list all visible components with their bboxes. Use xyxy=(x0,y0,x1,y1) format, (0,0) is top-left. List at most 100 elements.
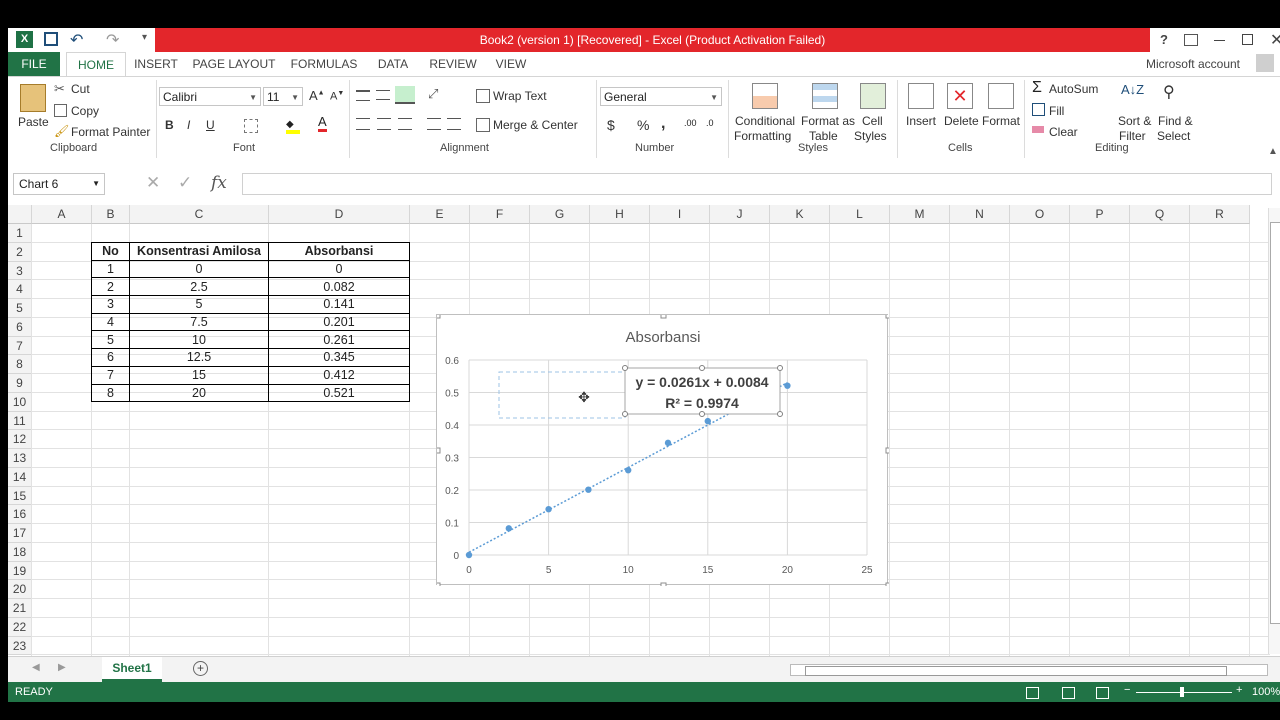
row-header[interactable]: 11 xyxy=(8,411,32,431)
cancel-entry-icon[interactable]: ✕ xyxy=(146,173,160,193)
wrap-text-button[interactable]: Wrap Text xyxy=(493,89,547,103)
fill-color-icon[interactable]: ◆ xyxy=(286,116,300,134)
new-sheet-icon[interactable]: + xyxy=(193,661,208,676)
confirm-entry-icon[interactable]: ✓ xyxy=(178,173,192,193)
column-header[interactable]: I xyxy=(650,205,710,224)
header-no[interactable]: No xyxy=(91,242,130,261)
font-color-icon[interactable]: A xyxy=(318,115,327,132)
redo-icon[interactable]: ↷ xyxy=(106,30,119,50)
table-cell[interactable]: 20 xyxy=(129,383,269,403)
row-header[interactable]: 9 xyxy=(8,374,32,393)
format-cells-button[interactable]: Format xyxy=(982,114,1020,128)
avatar[interactable] xyxy=(1256,54,1274,72)
column-header[interactable]: K xyxy=(770,205,830,224)
underline-button[interactable]: U xyxy=(206,118,215,132)
copy-button[interactable]: Copy xyxy=(71,104,99,118)
page-break-view-icon[interactable] xyxy=(1096,687,1109,699)
table-cell[interactable]: 0.082 xyxy=(268,277,410,297)
column-header[interactable]: J xyxy=(710,205,770,224)
row-header[interactable]: 10 xyxy=(8,392,32,412)
tab-data[interactable]: DATA xyxy=(372,52,414,76)
find-select-label[interactable]: Find & xyxy=(1158,114,1193,128)
row-header[interactable]: 12 xyxy=(8,430,32,449)
decrease-decimal-icon[interactable]: .0 xyxy=(706,118,714,128)
column-header[interactable]: N xyxy=(950,205,1010,224)
column-header[interactable]: H xyxy=(590,205,650,224)
paste-button[interactable]: Paste xyxy=(18,115,49,129)
collapse-ribbon-icon[interactable]: ▲ xyxy=(1268,146,1278,157)
cell-styles-label[interactable]: Cell xyxy=(862,114,883,128)
tab-home[interactable]: HOME xyxy=(66,52,126,78)
find-select-label-2[interactable]: Select xyxy=(1157,129,1190,143)
column-header[interactable]: C xyxy=(130,205,269,224)
tab-review[interactable]: REVIEW xyxy=(426,52,480,76)
row-header[interactable]: 18 xyxy=(8,542,32,562)
row-header[interactable]: 13 xyxy=(8,449,32,468)
paste-icon[interactable] xyxy=(20,84,46,112)
decrease-indent-icon[interactable] xyxy=(427,118,441,130)
increase-decimal-icon[interactable]: .00 xyxy=(684,118,697,128)
cut-button[interactable]: Cut xyxy=(71,82,90,96)
align-top-icon[interactable] xyxy=(356,90,370,101)
row-header[interactable]: 1 xyxy=(8,224,32,243)
number-format-select[interactable]: General ▼ xyxy=(600,87,722,106)
table-cell[interactable]: 15 xyxy=(129,365,269,385)
comma-button[interactable]: , xyxy=(661,115,665,133)
table-cell[interactable]: 4 xyxy=(91,312,130,332)
table-cell[interactable]: 0.261 xyxy=(268,330,410,350)
row-header[interactable]: 17 xyxy=(8,524,32,543)
column-header[interactable]: M xyxy=(890,205,950,224)
column-header[interactable]: G xyxy=(530,205,590,224)
row-header[interactable]: 8 xyxy=(8,355,32,374)
vertical-scrollbar[interactable] xyxy=(1268,208,1280,654)
close-icon[interactable]: ✕ xyxy=(1270,30,1280,50)
vscroll-thumb[interactable] xyxy=(1270,222,1280,624)
shrink-font-button[interactable]: A▼ xyxy=(330,90,344,103)
align-right-icon[interactable] xyxy=(398,118,412,130)
column-header[interactable]: L xyxy=(830,205,890,224)
conditional-formatting-label-2[interactable]: Formatting xyxy=(734,129,791,143)
align-middle-icon[interactable] xyxy=(376,90,390,100)
table-cell[interactable]: 0.412 xyxy=(268,365,410,385)
column-header[interactable]: O xyxy=(1010,205,1070,224)
row-header[interactable]: 15 xyxy=(8,486,32,506)
header-konsentrasi[interactable]: Konsentrasi Amilosa xyxy=(129,242,269,261)
column-header[interactable]: R xyxy=(1190,205,1250,224)
row-header[interactable]: 7 xyxy=(8,336,32,356)
tab-file[interactable]: FILE xyxy=(8,52,60,76)
row-header[interactable]: 6 xyxy=(8,317,32,337)
fill-button[interactable]: Fill xyxy=(1049,104,1064,118)
delete-cells-button[interactable]: Delete xyxy=(944,114,979,128)
scroll-right-icon[interactable]: ▶ xyxy=(58,662,66,673)
italic-button[interactable]: I xyxy=(187,118,190,132)
align-left-icon[interactable] xyxy=(356,118,370,130)
column-header[interactable]: E xyxy=(410,205,470,224)
tab-formulas[interactable]: FORMULAS xyxy=(288,52,360,76)
borders-icon[interactable] xyxy=(244,119,258,133)
align-bottom-icon[interactable] xyxy=(395,86,415,104)
autosum-button[interactable]: AutoSum xyxy=(1049,82,1098,96)
clear-button[interactable]: Clear xyxy=(1049,125,1078,139)
column-header[interactable]: Q xyxy=(1130,205,1190,224)
insert-cells-button[interactable]: Insert xyxy=(906,114,936,128)
row-header[interactable]: 2 xyxy=(8,242,32,262)
row-header[interactable]: 3 xyxy=(8,261,32,281)
table-cell[interactable]: 2.5 xyxy=(129,277,269,297)
table-cell[interactable]: 6 xyxy=(91,348,130,367)
tab-view[interactable]: VIEW xyxy=(492,52,530,76)
tab-page-layout[interactable]: PAGE LAYOUT xyxy=(192,52,276,76)
scrollbar-thumb[interactable] xyxy=(805,666,1227,676)
minimize-icon[interactable] xyxy=(1214,40,1225,41)
column-header[interactable]: P xyxy=(1070,205,1130,224)
conditional-formatting-label[interactable]: Conditional xyxy=(735,114,795,128)
cell-styles-label-2[interactable]: Styles xyxy=(854,129,887,143)
tab-insert[interactable]: INSERT xyxy=(130,52,182,76)
help-button[interactable]: ? xyxy=(1160,32,1168,47)
currency-button[interactable]: $ xyxy=(607,117,615,133)
column-header[interactable]: F xyxy=(470,205,530,224)
row-header[interactable]: 19 xyxy=(8,561,32,581)
format-painter-button[interactable]: Format Painter xyxy=(71,125,150,139)
grow-font-button[interactable]: A▲ xyxy=(309,88,325,103)
row-header[interactable]: 4 xyxy=(8,280,32,299)
row-header[interactable]: 22 xyxy=(8,617,32,637)
